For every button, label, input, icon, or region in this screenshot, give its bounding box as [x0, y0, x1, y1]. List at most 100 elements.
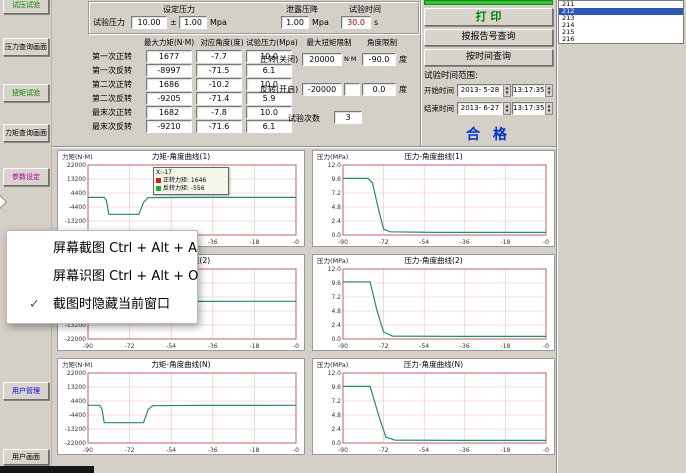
row-label: 第一次反转: [92, 65, 144, 76]
sidebar-item-pressure-test[interactable]: 试压试验: [3, 0, 49, 14]
svg-text:4.8: 4.8: [331, 412, 341, 419]
svg-text:-36: -36: [208, 343, 218, 350]
sidebar-item-user-screen[interactable]: 用户画面: [3, 449, 49, 465]
app-window: 试压试验 压力查询画面 扭矩试验 力矩查询画面 参数设定 用户管理 用户画面 设…: [0, 0, 686, 473]
report-list-item[interactable]: 214: [559, 22, 683, 29]
query-by-time-button[interactable]: 按时间查询: [424, 49, 553, 66]
report-list-item[interactable]: 213: [559, 15, 683, 22]
svg-text:4400: 4400: [71, 190, 86, 197]
limit-reverse-torque-input[interactable]: -20000: [302, 83, 342, 96]
sidebar-item-user-management[interactable]: 用户管理: [3, 382, 49, 400]
menu-item-hide-window[interactable]: ✓截图时隐藏当前窗口: [7, 291, 197, 319]
start-time-input[interactable]: 13:17:35: [512, 84, 545, 97]
svg-text:2.4: 2.4: [331, 218, 341, 225]
svg-text:0.0: 0.0: [331, 232, 341, 239]
svg-text:-54: -54: [419, 343, 429, 350]
menu-item-screen-ocr[interactable]: 屏幕识图 Ctrl + Alt + O: [7, 263, 197, 291]
svg-text:-72: -72: [379, 343, 389, 350]
svg-text:-4400: -4400: [69, 204, 87, 211]
row-angle-value: -71.4: [196, 92, 242, 105]
svg-text:-90: -90: [83, 447, 93, 454]
sidebar-item-pressure-query[interactable]: 压力查询画面: [3, 38, 49, 56]
limit-reverse-unit-box: [344, 83, 360, 96]
limit-forward-torque-input[interactable]: 20000: [302, 53, 342, 66]
start-time-spinner[interactable]: ▲▼: [545, 84, 553, 97]
chart-title: 压力-角度曲线(N): [313, 360, 554, 370]
row-label: 第二次反转: [92, 93, 144, 104]
svg-text:9.6: 9.6: [331, 176, 341, 183]
svg-text:0.0: 0.0: [331, 440, 341, 447]
sidebar-item-torque-test[interactable]: 扭矩试验: [3, 84, 49, 102]
svg-text:-22000: -22000: [65, 440, 86, 447]
row-torque-value: 1682: [146, 106, 192, 119]
row-pressure-value: 6.1: [246, 64, 292, 77]
time-range-label: 试验时间范围:: [424, 71, 478, 82]
reverse-torque-swatch: [156, 186, 161, 191]
limit-reverse-label: 反转(开启): [260, 84, 302, 95]
report-list-item[interactable]: 216: [559, 36, 683, 43]
end-time-spinner[interactable]: ▲▼: [545, 102, 553, 115]
chart-title: 力矩-角度曲线(1): [58, 152, 304, 162]
limit-reverse-angle-input[interactable]: 0.0: [362, 83, 396, 96]
svg-text:-22000: -22000: [65, 336, 86, 343]
end-date-spinner[interactable]: ▲▼: [503, 102, 511, 115]
test-pressure-input[interactable]: 10.00: [131, 16, 167, 29]
svg-text:-18: -18: [249, 343, 259, 350]
svg-text:7.2: 7.2: [331, 398, 341, 405]
svg-text:-18: -18: [249, 239, 259, 246]
report-list-item[interactable]: 212: [559, 8, 683, 15]
row-torque-value: -9205: [146, 92, 192, 105]
chart-title: 压力-角度曲线(1): [313, 152, 554, 162]
partial-button-top[interactable]: [424, 0, 553, 5]
tooltip-reverse-torque: 反转力矩: -556: [156, 185, 226, 193]
print-button[interactable]: 打 印: [424, 8, 553, 26]
end-date-input[interactable]: 2013- 6-27: [457, 102, 503, 115]
test-count-input[interactable]: 3: [334, 111, 362, 124]
row-angle-value: -7.7: [196, 50, 242, 63]
start-time-label: 开始时间: [424, 85, 456, 96]
plus-minus-label: ±: [170, 17, 177, 28]
row-angle-value: -71.6: [196, 120, 242, 133]
main-right-divider: [556, 0, 558, 473]
limit-reverse-deg: 度: [399, 84, 407, 95]
panel-divider-vertical: [420, 0, 422, 146]
svg-text:-36: -36: [460, 239, 470, 246]
svg-text:-90: -90: [338, 343, 348, 350]
col-header-pressure: 试验压力(Mpa): [246, 38, 298, 48]
time-input[interactable]: 30.0: [341, 16, 371, 29]
limit-forward-deg: 度: [399, 54, 407, 65]
report-list-item[interactable]: 215: [559, 29, 683, 36]
svg-text:7.2: 7.2: [331, 190, 341, 197]
svg-text:-90: -90: [83, 343, 93, 350]
report-list-item[interactable]: 211: [559, 1, 683, 8]
tolerance-input[interactable]: 1.00: [179, 16, 207, 29]
sidebar-item-parameter-settings[interactable]: 参数设定: [3, 168, 49, 186]
svg-text:-90: -90: [338, 239, 348, 246]
svg-text:2.4: 2.4: [331, 322, 341, 329]
leak-input[interactable]: 1.00: [281, 16, 309, 29]
query-by-report-button[interactable]: 按报告号查询: [424, 29, 553, 46]
svg-text:2.4: 2.4: [331, 426, 341, 433]
start-date-input[interactable]: 2013- 5-28: [457, 84, 503, 97]
sidebar-item-torque-query[interactable]: 力矩查询画面: [3, 124, 49, 142]
end-time-input[interactable]: 13:17:35: [512, 102, 545, 115]
row-label: 最末次正转: [92, 107, 144, 118]
desktop-strip: [0, 466, 94, 473]
report-list[interactable]: 211 212 213 214 215 216: [558, 0, 684, 44]
svg-text:-18: -18: [500, 239, 510, 246]
menu-item-screen-capture[interactable]: 屏幕截图 Ctrl + Alt + A: [7, 235, 197, 263]
svg-text:-13200: -13200: [65, 218, 86, 225]
settings-panel: 设定压力 泄露压降 试验时间 试验压力 10.00 ± 1.00 Mpa 1.0…: [88, 1, 419, 34]
chart-title: 压力-角度曲线(2): [313, 256, 554, 266]
start-date-spinner[interactable]: ▲▼: [503, 84, 511, 97]
pressure-unit-label: Mpa: [210, 17, 227, 28]
tooltip-forward-torque: 正转力矩: 1646: [156, 177, 226, 185]
settings-group-title: 设定压力: [144, 4, 214, 15]
row-torque-value: -8997: [146, 64, 192, 77]
svg-text:7.2: 7.2: [331, 294, 341, 301]
svg-text:-36: -36: [208, 447, 218, 454]
check-icon: ✓: [29, 291, 40, 319]
col-header-max-torque: 最大力矩(N·M): [140, 38, 198, 48]
row-pressure-value: 10.0: [246, 106, 292, 119]
limit-forward-angle-input[interactable]: -90.0: [362, 53, 396, 66]
